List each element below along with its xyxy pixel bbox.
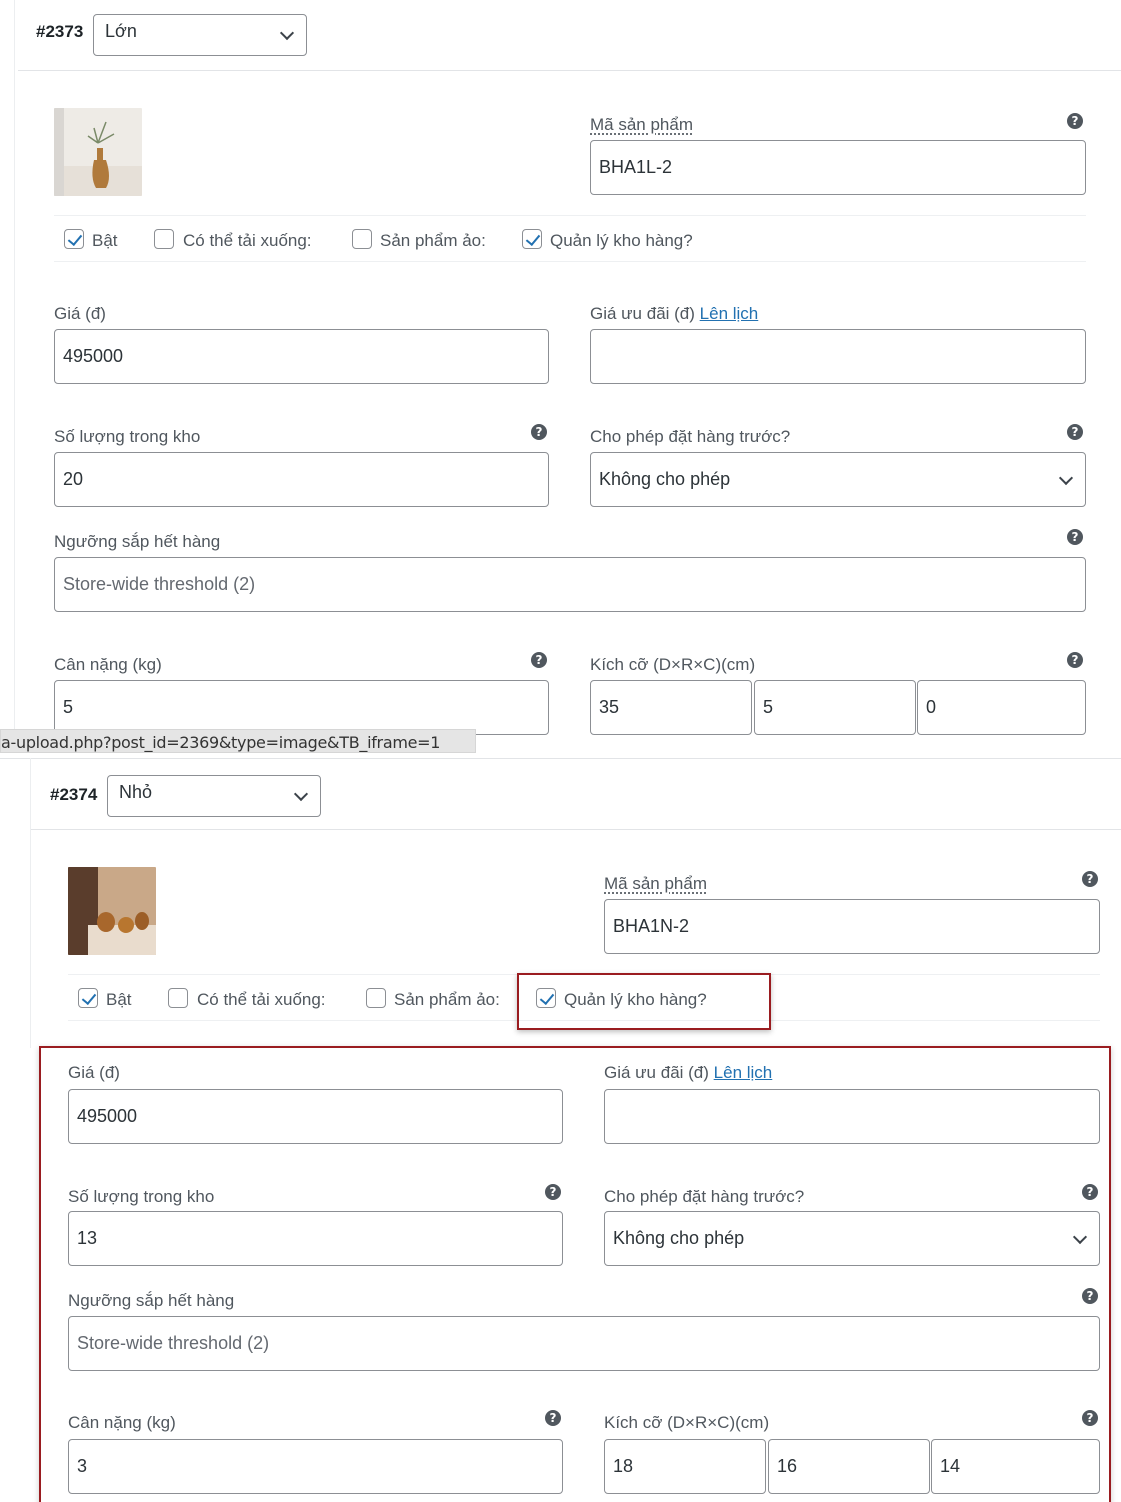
variation-image[interactable] xyxy=(68,867,156,955)
sku-label: Mã sản phẩm xyxy=(604,874,707,893)
regular-price-label: Giá (đ) xyxy=(68,1063,120,1082)
dimensions-label: Kích cỡ (D×R×C)(cm) xyxy=(604,1413,770,1432)
attribute-select-value: Nhỏ xyxy=(119,782,153,802)
question-circle-icon[interactable]: ? xyxy=(1082,1184,1098,1200)
variation-2373: #2373 Lớn Mã sản phẩm ? BHA1L-2 Bật Có t… xyxy=(0,0,1121,740)
schedule-link[interactable]: Lên lịch xyxy=(714,1063,773,1082)
options-divider-top xyxy=(54,215,1086,216)
variation-header-divider xyxy=(30,829,1121,830)
question-circle-icon[interactable]: ? xyxy=(1067,113,1083,129)
virtual-checkbox[interactable] xyxy=(352,229,372,249)
enabled-label: Bật xyxy=(106,990,132,1009)
virtual-label: Sản phẩm ảo: xyxy=(394,990,500,1009)
status-url-tooltip: a-upload.php?post_id=2369&type=image&TB_… xyxy=(0,729,476,753)
width-input[interactable]: 5 xyxy=(754,680,916,735)
width-input[interactable]: 16 xyxy=(768,1439,930,1494)
stock-quantity-input[interactable]: 20 xyxy=(54,452,549,507)
chevron-down-icon xyxy=(279,25,295,41)
downloadable-checkbox[interactable] xyxy=(168,988,188,1008)
manage-stock-checkbox[interactable] xyxy=(522,229,542,249)
vase-image-icon xyxy=(68,867,156,955)
schedule-link[interactable]: Lên lịch xyxy=(700,304,759,323)
variation-header-divider xyxy=(18,70,1121,71)
panel-left-edge xyxy=(30,758,31,1048)
question-circle-icon[interactable]: ? xyxy=(1067,424,1083,440)
downloadable-checkbox[interactable] xyxy=(154,229,174,249)
length-input[interactable]: 18 xyxy=(604,1439,766,1494)
regular-price-label: Giá (đ) xyxy=(54,304,106,323)
backorders-select[interactable]: Không cho phép xyxy=(590,452,1086,507)
attribute-select[interactable]: Lớn xyxy=(93,14,307,56)
sale-price-input[interactable] xyxy=(590,329,1086,384)
manage-stock-highlight xyxy=(517,973,771,1030)
question-circle-icon[interactable]: ? xyxy=(1082,1410,1098,1426)
enabled-checkbox[interactable] xyxy=(78,988,98,1008)
height-input[interactable]: 14 xyxy=(931,1439,1100,1494)
dimensions-label: Kích cỡ (D×R×C)(cm) xyxy=(590,655,756,674)
options-divider-bottom xyxy=(54,261,1086,262)
question-circle-icon[interactable]: ? xyxy=(1067,529,1083,545)
virtual-checkbox[interactable] xyxy=(366,988,386,1008)
question-circle-icon[interactable]: ? xyxy=(531,424,547,440)
low-stock-input[interactable]: Store-wide threshold (2) xyxy=(68,1316,1100,1371)
length-input[interactable]: 35 xyxy=(590,680,752,735)
chevron-down-icon xyxy=(1072,1229,1088,1245)
backorders-label: Cho phép đặt hàng trước? xyxy=(590,427,791,446)
backorders-select[interactable]: Không cho phép xyxy=(604,1211,1100,1266)
question-circle-icon[interactable]: ? xyxy=(1067,652,1083,668)
variation-id: #2374 xyxy=(50,785,98,804)
vase-image-icon xyxy=(54,108,142,196)
question-circle-icon[interactable]: ? xyxy=(1082,871,1098,887)
height-input[interactable]: 0 xyxy=(917,680,1086,735)
regular-price-input[interactable]: 495000 xyxy=(68,1089,563,1144)
weight-label: Cân nặng (kg) xyxy=(54,655,162,674)
stock-quantity-input[interactable]: 13 xyxy=(68,1211,563,1266)
sale-price-label: Giá ưu đãi (đ) Lên lịch xyxy=(604,1063,773,1082)
regular-price-input[interactable]: 495000 xyxy=(54,329,549,384)
downloadable-label: Có thể tải xuống: xyxy=(183,231,312,250)
attribute-select-value: Lớn xyxy=(105,21,137,41)
chevron-down-icon xyxy=(1058,470,1074,486)
downloadable-label: Có thể tải xuống: xyxy=(197,990,326,1009)
question-circle-icon[interactable]: ? xyxy=(531,652,547,668)
chevron-down-icon xyxy=(293,786,309,802)
weight-input[interactable]: 5 xyxy=(54,680,549,735)
low-stock-label: Ngưỡng sắp hết hàng xyxy=(54,532,221,551)
manage-stock-label: Quản lý kho hàng? xyxy=(550,231,693,250)
sku-input[interactable]: BHA1L-2 xyxy=(590,140,1086,195)
backorders-value: Không cho phép xyxy=(599,469,731,489)
low-stock-label: Ngưỡng sắp hết hàng xyxy=(68,1291,235,1310)
enabled-label: Bật xyxy=(92,231,118,250)
sku-input[interactable]: BHA1N-2 xyxy=(604,899,1100,954)
question-circle-icon[interactable]: ? xyxy=(545,1410,561,1426)
weight-label: Cân nặng (kg) xyxy=(68,1413,176,1432)
enabled-checkbox[interactable] xyxy=(64,229,84,249)
variation-2374: #2374 Nhỏ Mã sản phẩm ? BHA1N-2 Bật Có t… xyxy=(0,758,1121,1502)
question-circle-icon[interactable]: ? xyxy=(1082,1288,1098,1304)
sale-price-label: Giá ưu đãi (đ) Lên lịch xyxy=(590,304,759,323)
attribute-select[interactable]: Nhỏ xyxy=(107,775,321,817)
backorders-value: Không cho phép xyxy=(613,1228,745,1248)
stock-quantity-label: Số lượng trong kho xyxy=(54,427,201,446)
sale-price-input[interactable] xyxy=(604,1089,1100,1144)
variation-top-divider xyxy=(0,758,1121,759)
low-stock-input[interactable]: Store-wide threshold (2) xyxy=(54,557,1086,612)
variation-image[interactable] xyxy=(54,108,142,196)
sku-label: Mã sản phẩm xyxy=(590,115,693,134)
weight-input[interactable]: 3 xyxy=(68,1439,563,1494)
stock-quantity-label: Số lượng trong kho xyxy=(68,1187,215,1206)
backorders-label: Cho phép đặt hàng trước? xyxy=(604,1187,805,1206)
panel-left-edge xyxy=(14,0,15,740)
variation-id: #2373 xyxy=(36,22,84,41)
virtual-label: Sản phẩm ảo: xyxy=(380,231,486,250)
question-circle-icon[interactable]: ? xyxy=(545,1184,561,1200)
